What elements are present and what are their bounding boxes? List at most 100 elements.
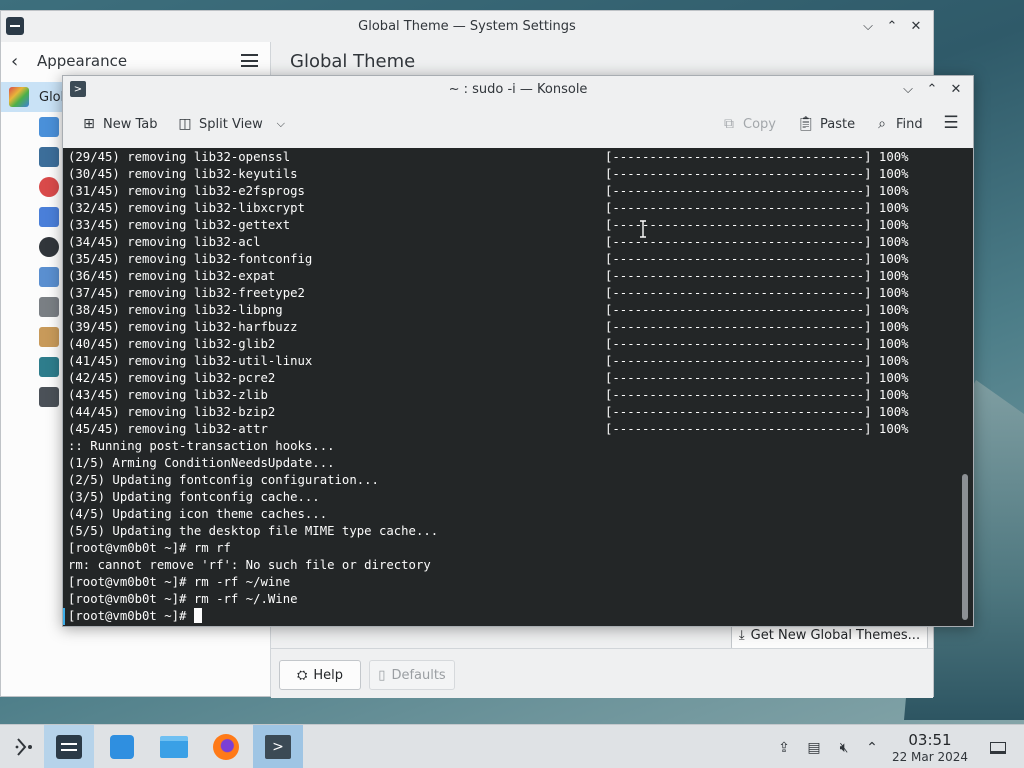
settings-titlebar[interactable]: Global Theme — System Settings ⌵ ⌃ ✕ [1, 11, 933, 42]
terminal-line: (31/45) removing lib32-e2fsprogs [-------… [68, 184, 909, 198]
split-view-label: Split View [199, 116, 263, 132]
terminal-line: (37/45) removing lib32-freetype2 [-------… [68, 286, 909, 300]
hamburger-menu-button[interactable]: ☰ [943, 113, 959, 133]
maximize-icon[interactable]: ⌃ [923, 80, 941, 98]
task-konsole[interactable]: > [253, 725, 303, 768]
terminal-line: (40/45) removing lib32-glib2 [-----------… [68, 337, 909, 351]
split-view-icon: ◫ [178, 116, 192, 132]
terminal-line: (35/45) removing lib32-fontconfig [------… [68, 252, 909, 266]
terminal-line: (41/45) removing lib32-util-linux [------… [68, 354, 909, 368]
updates-icon[interactable]: ⇪ [773, 737, 795, 759]
folder-icon [160, 736, 188, 758]
terminal-line: :: Running post-transaction hooks... [68, 439, 335, 453]
terminal-line: (4/5) Updating icon theme caches... [68, 507, 328, 521]
digital-clock[interactable]: 03:51 22 Mar 2024 [890, 731, 970, 764]
terminal-line: (43/45) removing lib32-zlib [------------… [68, 388, 909, 402]
terminal-line: (33/45) removing lib32-gettext [---------… [68, 218, 909, 232]
konsole-window-title: ~ : sudo -i — Konsole [448, 82, 588, 97]
copy-icon: ⧉ [724, 116, 734, 132]
split-view-button[interactable]: ◫ Split View ⌵ [177, 116, 289, 132]
new-tab-icon: ⊞ [83, 116, 95, 132]
terminal-output[interactable]: (29/45) removing lib32-openssl [---------… [63, 148, 973, 626]
defaults-label: Defaults [391, 667, 446, 683]
prompt-marker [63, 608, 65, 625]
show-desktop-icon[interactable] [987, 737, 1009, 759]
icons-icon [39, 267, 59, 287]
hamburger-menu-icon[interactable] [241, 54, 258, 67]
task-file-manager[interactable] [149, 725, 199, 768]
global-theme-icon [9, 87, 29, 107]
copy-button[interactable]: ⧉ Copy [721, 116, 776, 132]
paste-label: Paste [820, 116, 856, 132]
konsole-toolbar: ⊞ New Tab ◫ Split View ⌵ ⧉ Copy 📋︎ Paste… [63, 103, 973, 148]
application-launcher-button[interactable] [0, 725, 50, 768]
display-icon [39, 387, 59, 407]
colors-icon [39, 117, 59, 137]
chevron-up-icon[interactable]: ⌃ [861, 737, 883, 759]
terminal-scrollbar[interactable] [962, 474, 968, 620]
terminal-line: (5/5) Updating the desktop file MIME typ… [68, 524, 439, 538]
terminal-line: (3/5) Updating fontconfig cache... [68, 490, 320, 504]
help-lifebuoy-icon: ⛭ [296, 667, 308, 683]
terminal-prompt-line[interactable]: [root@vm0b0t ~]# [68, 608, 973, 625]
terminal-line: (39/45) removing lib32-harfbuzz [--------… [68, 320, 909, 334]
close-icon[interactable]: ✕ [947, 80, 965, 98]
terminal-line: [root@vm0b0t ~]# rm -rf ~/.Wine [68, 592, 298, 606]
terminal-line: (29/45) removing lib32-openssl [---------… [68, 150, 909, 164]
terminal-line: (36/45) removing lib32-expat [-----------… [68, 269, 909, 283]
minimize-icon[interactable]: ⌵ [859, 17, 877, 35]
clock-time: 03:51 [908, 731, 952, 749]
settings-bottom-bar: ⛭ Help ▯ Defaults [271, 648, 933, 698]
new-tab-label: New Tab [103, 116, 158, 132]
defaults-button[interactable]: ▯ Defaults [369, 660, 455, 690]
konsole-window: > ~ : sudo -i — Konsole ⌵ ⌃ ✕ ⊞ New Tab … [62, 75, 974, 627]
task-discover[interactable] [97, 725, 147, 768]
find-label: Find [896, 116, 923, 132]
get-new-label: Get New Global Themes... [750, 627, 921, 643]
system-settings-icon [56, 735, 82, 759]
document-icon: ▯ [378, 667, 386, 683]
taskbar: > ⇪ ▤ 🔇︎ ⌃ 03:51 22 Mar 2024 [0, 724, 1024, 768]
terminal-line: (32/45) removing lib32-libxcrypt [-------… [68, 201, 909, 215]
task-firefox[interactable] [201, 725, 251, 768]
prompt-text: [root@vm0b0t ~]# [68, 609, 194, 623]
text-cursor [193, 608, 202, 623]
konsole-titlebar[interactable]: > ~ : sudo -i — Konsole ⌵ ⌃ ✕ [63, 76, 973, 103]
close-icon[interactable]: ✕ [907, 17, 925, 35]
terminal-line: (45/45) removing lib32-attr [------------… [68, 422, 909, 436]
help-button[interactable]: ⛭ Help [279, 660, 361, 690]
new-tab-button[interactable]: ⊞ New Tab [81, 116, 158, 132]
terminal-line: (44/45) removing lib32-bzip2 [-----------… [68, 405, 909, 419]
terminal-line: (2/5) Updating fontconfig configuration.… [68, 473, 379, 487]
back-arrow-icon[interactable]: ‹ [11, 51, 33, 72]
color-wheel-icon [39, 177, 59, 197]
find-button[interactable]: ⌕ Find [874, 116, 923, 132]
minimize-icon[interactable]: ⌵ [899, 80, 917, 98]
task-system-settings[interactable] [44, 725, 94, 768]
page-title: Global Theme [290, 51, 416, 72]
fonts-icon [39, 237, 59, 257]
application-style-icon [39, 147, 59, 167]
copy-label: Copy [743, 116, 776, 132]
splash-screen-icon [39, 357, 59, 377]
search-icon: ⌕ [878, 116, 886, 132]
terminal-line: [root@vm0b0t ~]# rm rf [68, 541, 231, 555]
terminal-line: [root@vm0b0t ~]# rm -rf ~/wine [68, 575, 291, 589]
paste-button[interactable]: 📋︎ Paste [797, 116, 856, 132]
help-label: Help [313, 667, 344, 683]
terminal-line: (38/45) removing lib32-libpng [----------… [68, 303, 909, 317]
firefox-icon [213, 734, 239, 760]
download-icon: ⤓ [738, 627, 745, 643]
kde-launcher-icon [15, 738, 32, 756]
settings-window-title: Global Theme — System Settings [358, 19, 576, 34]
paste-icon: 📋︎ [797, 116, 815, 132]
maximize-icon[interactable]: ⌃ [883, 17, 901, 35]
sidebar-back-label[interactable]: Appearance [37, 52, 127, 70]
clipboard-icon[interactable]: ▤ [803, 737, 825, 759]
volume-muted-icon[interactable]: 🔇︎ [833, 737, 855, 759]
konsole-icon: > [265, 735, 291, 759]
terminal-line: rm: cannot remove 'rf': No such file or … [68, 558, 431, 572]
terminal-line: (1/5) Arming ConditionNeedsUpdate... [68, 456, 335, 470]
font-management-icon [39, 327, 59, 347]
cursors-icon [39, 297, 59, 317]
